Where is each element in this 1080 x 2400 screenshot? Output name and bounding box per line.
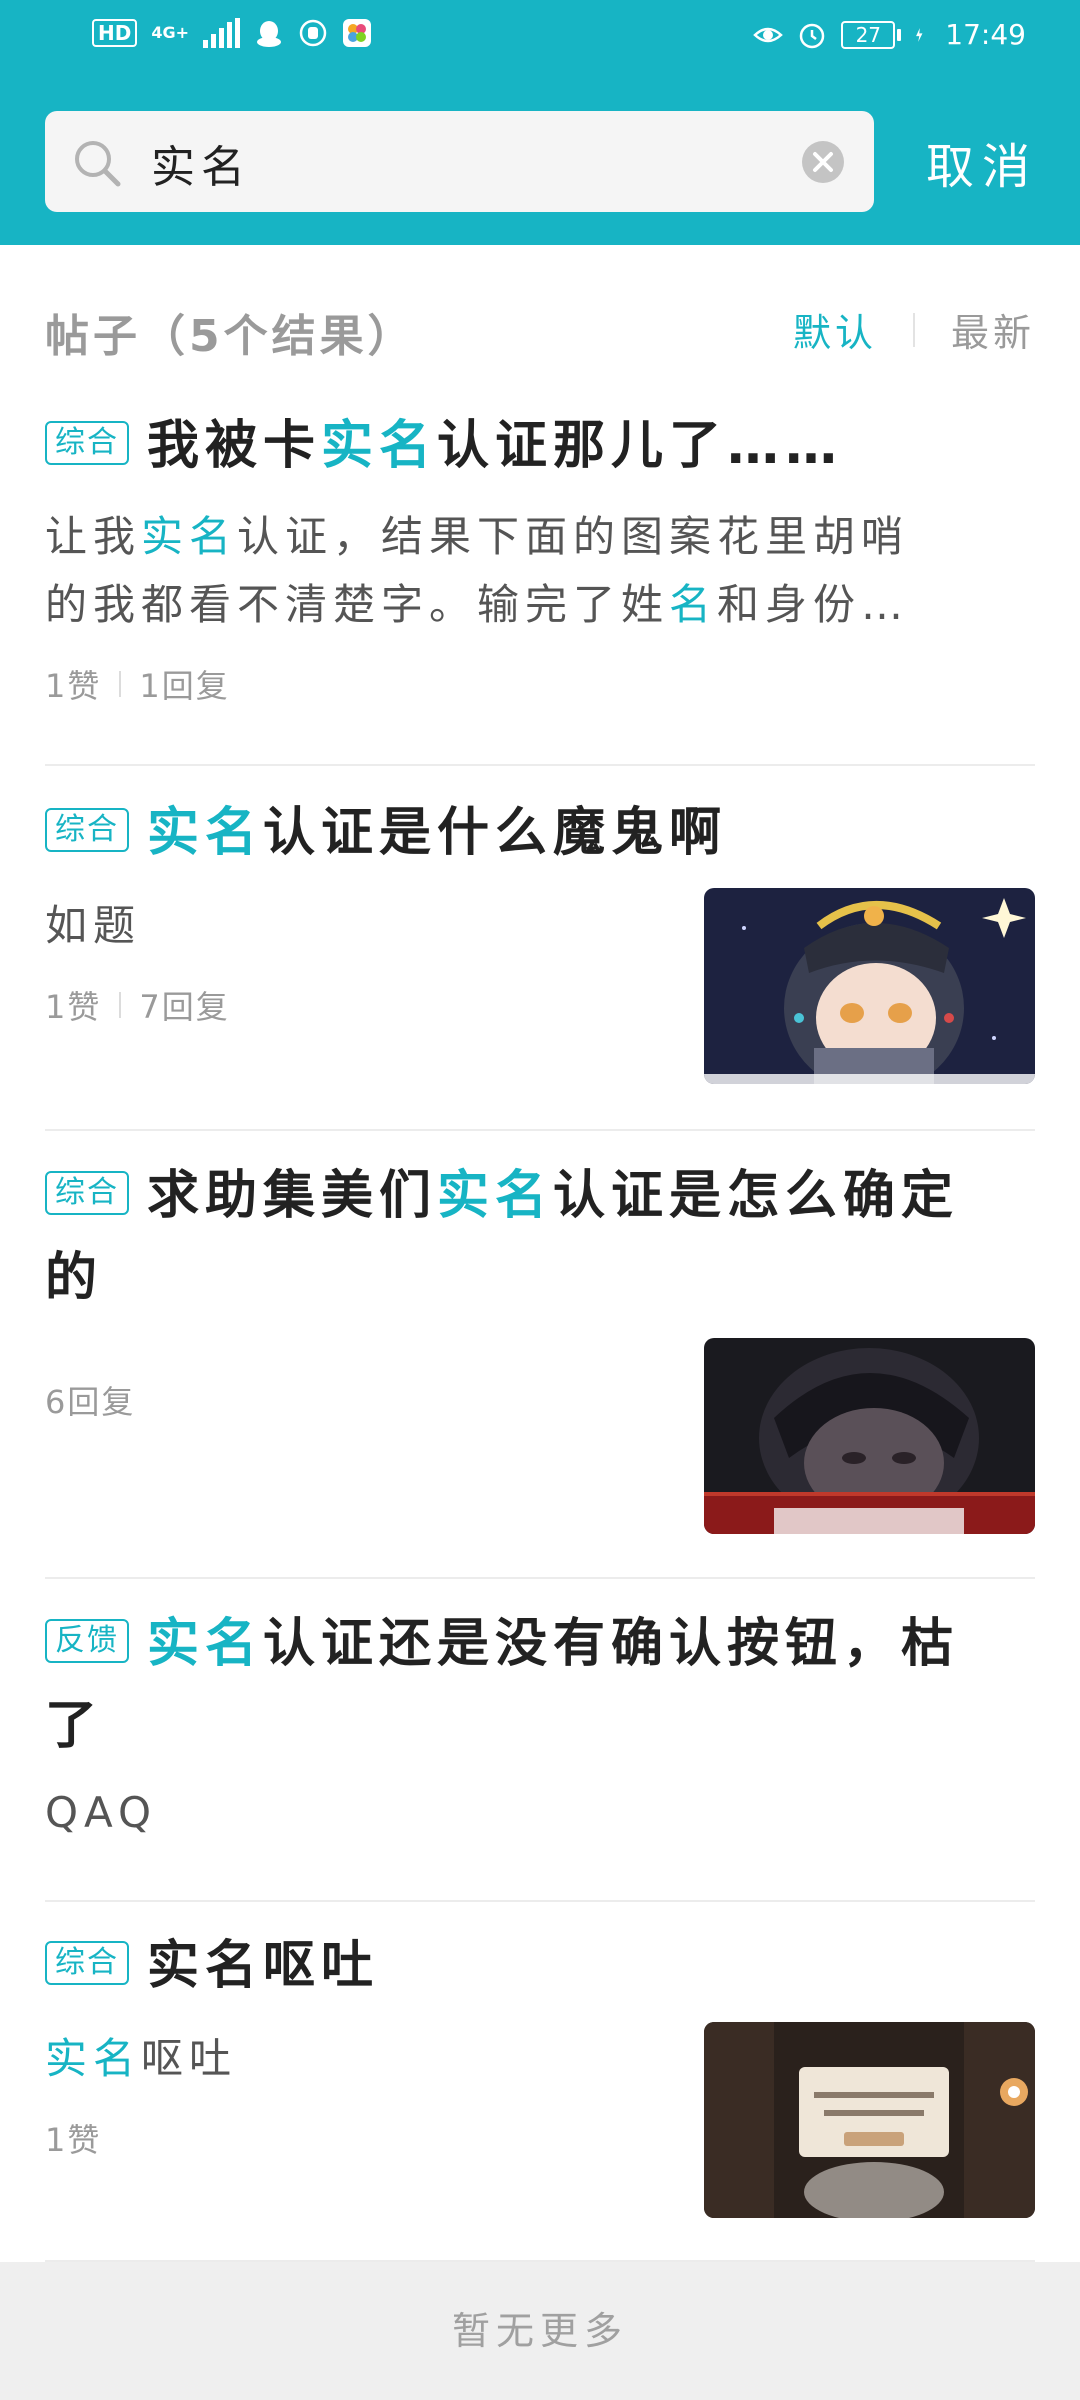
hand-icon bbox=[299, 19, 327, 47]
list-footer: 暂无更多 bbox=[0, 2262, 1080, 2400]
post-title-continuation: 的 bbox=[45, 1248, 104, 1308]
post-title: 综合 实名认证是什么魔鬼啊 bbox=[45, 792, 1035, 874]
meta-divider bbox=[119, 671, 122, 697]
clock: 17:49 bbox=[945, 18, 1026, 51]
highlight-text: 名 bbox=[379, 416, 438, 476]
highlight-text: 实 bbox=[147, 1614, 206, 1674]
title-text: 认证还是没有确认按钮，枯 bbox=[263, 1614, 960, 1674]
like-count: 1赞 bbox=[45, 988, 102, 1026]
post-card[interactable]: 综合 我被卡实名认证那儿了…… 让我实名认证，结果下面的图案花里胡哨 的我都看不清… bbox=[45, 405, 1035, 707]
network-type: 4G+ bbox=[151, 23, 190, 42]
title-text: 认证是什么魔鬼啊 bbox=[263, 803, 728, 863]
qq-icon bbox=[257, 21, 282, 47]
results-title: 帖子（5个结果） bbox=[45, 311, 416, 362]
battery-icon: 27 bbox=[841, 20, 902, 49]
post-meta: 1赞 bbox=[45, 2115, 101, 2161]
anime-boy-image bbox=[704, 1338, 1035, 1534]
charging-icon bbox=[916, 27, 923, 42]
eye-icon bbox=[753, 27, 784, 42]
search-box[interactable] bbox=[45, 111, 874, 212]
reply-count: 6回复 bbox=[45, 1383, 136, 1421]
title-text: 认证那儿了…… bbox=[437, 416, 844, 476]
highlight-text: 实 bbox=[321, 416, 380, 476]
results-header: 帖子（5个结果） 默认 最新 bbox=[45, 300, 1035, 362]
highlight-text: 名 bbox=[669, 580, 718, 629]
post-excerpt: 实名呕吐 bbox=[45, 2025, 237, 2093]
category-tag: 综合 bbox=[45, 1171, 129, 1215]
like-count: 1赞 bbox=[45, 667, 102, 705]
category-tag: 综合 bbox=[45, 421, 129, 465]
post-meta: 1赞 7回复 bbox=[45, 982, 230, 1028]
sort-default-tab[interactable]: 默认 bbox=[793, 302, 877, 357]
battery-level: 27 bbox=[841, 20, 896, 49]
highlight-text: 名 bbox=[93, 2034, 142, 2083]
excerpt-text: 和身份… bbox=[717, 580, 910, 629]
post-card[interactable]: 反馈 实名认证还是没有确认按钮，枯 了 QAQ bbox=[45, 1603, 1035, 1847]
no-more-text: 暂无更多 bbox=[451, 2309, 628, 2353]
post-card[interactable]: 综合 实名呕吐 实名呕吐 1赞 bbox=[45, 1925, 1035, 2225]
hd-badge: HD bbox=[92, 19, 138, 47]
reply-count: 1回复 bbox=[139, 667, 230, 705]
alarm-icon bbox=[800, 23, 825, 48]
like-count: 1赞 bbox=[45, 2121, 102, 2159]
clear-icon[interactable] bbox=[802, 141, 844, 183]
post-title-continuation: 了 bbox=[45, 1696, 104, 1756]
post-title: 综合 实名呕吐 bbox=[45, 1925, 1035, 2007]
title-text: 求助集美们 bbox=[147, 1166, 438, 1226]
title-text: 认证是怎么确定 bbox=[553, 1166, 960, 1226]
highlight-text: 名 bbox=[205, 803, 264, 863]
reply-count: 7回复 bbox=[139, 988, 230, 1026]
sort-divider bbox=[912, 312, 915, 347]
divider bbox=[45, 1577, 1035, 1579]
excerpt-text: 呕吐 bbox=[141, 2034, 238, 2083]
sort-tabs: 默认 最新 bbox=[793, 302, 1035, 357]
sort-newest-tab[interactable]: 最新 bbox=[951, 302, 1035, 357]
post-meta: 1赞 1回复 bbox=[45, 661, 1035, 707]
highlight-text: 实 bbox=[437, 1166, 496, 1226]
signal-icon bbox=[203, 18, 241, 48]
excerpt-text: 让我 bbox=[45, 512, 142, 561]
category-tag: 综合 bbox=[45, 1941, 129, 1985]
game-scene-image bbox=[704, 2022, 1035, 2218]
post-excerpt: QAQ bbox=[45, 1788, 158, 1837]
post-excerpt: 如题 bbox=[45, 901, 142, 950]
highlight-text: 名 bbox=[495, 1166, 554, 1226]
meta-divider bbox=[119, 992, 122, 1018]
divider bbox=[45, 764, 1035, 766]
excerpt-text: 认证，结果下面的图案花里胡哨 bbox=[237, 512, 910, 561]
post-title: 综合 我被卡实名认证那儿了…… bbox=[45, 405, 1035, 487]
search-icon bbox=[75, 141, 121, 187]
highlight-text: 实 bbox=[147, 803, 206, 863]
post-title: 综合 求助集美们实名认证是怎么确定 bbox=[45, 1155, 1035, 1237]
post-thumbnail[interactable] bbox=[704, 2022, 1035, 2218]
post-card[interactable]: 综合 实名认证是什么魔鬼啊 如题 1赞 7回复 bbox=[45, 792, 1035, 1092]
search-input[interactable] bbox=[149, 135, 803, 191]
highlight-text: 名 bbox=[189, 512, 238, 561]
cancel-button[interactable]: 取消 bbox=[926, 127, 1038, 197]
title-text: 我被卡 bbox=[147, 416, 322, 476]
highlight-text: 实 bbox=[141, 512, 190, 561]
excerpt-text: 的我都看不清楚字。输完了姓 bbox=[45, 580, 670, 629]
category-tag: 反馈 bbox=[45, 1619, 129, 1663]
post-meta: 6回复 bbox=[45, 1377, 135, 1423]
divider bbox=[45, 1900, 1035, 1902]
app-icon bbox=[343, 19, 372, 47]
status-bar: HD 4G+ 27 17:49 bbox=[0, 0, 1080, 80]
title-text: 实名呕吐 bbox=[147, 1936, 380, 1996]
post-title: 反馈 实名认证还是没有确认按钮，枯 bbox=[45, 1603, 1035, 1685]
post-thumbnail[interactable] bbox=[704, 1338, 1035, 1534]
highlight-text: 实 bbox=[45, 2034, 94, 2083]
post-card[interactable]: 综合 求助集美们实名认证是怎么确定 的 6回复 bbox=[45, 1155, 1035, 1535]
anime-character-image bbox=[704, 888, 1035, 1084]
category-tag: 综合 bbox=[45, 808, 129, 852]
post-excerpt: 让我实名认证，结果下面的图案花里胡哨 的我都看不清楚字。输完了姓名和身份… bbox=[45, 503, 1035, 639]
highlight-text: 名 bbox=[205, 1614, 264, 1674]
post-thumbnail[interactable] bbox=[704, 888, 1035, 1084]
divider bbox=[45, 1129, 1035, 1131]
